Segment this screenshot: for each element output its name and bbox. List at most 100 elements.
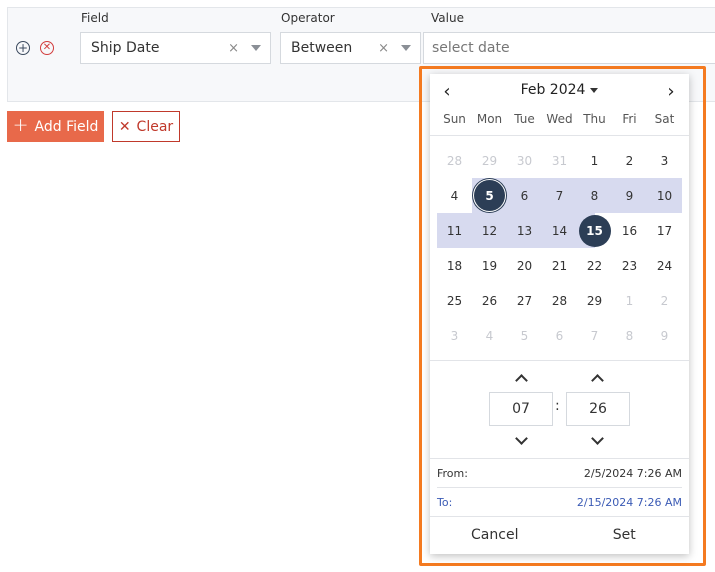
calendar-day[interactable]: 1: [577, 143, 612, 178]
calendar-day[interactable]: 13: [507, 213, 542, 248]
month-year-label: Feb 2024: [520, 82, 586, 98]
calendar-day[interactable]: 17: [647, 213, 682, 248]
calendar-day[interactable]: 21: [542, 248, 577, 283]
calendar-week: 3 4 5 6 7 8 9: [437, 318, 682, 353]
calendar-day[interactable]: 25: [437, 283, 472, 318]
weekday-label: Sun: [443, 112, 466, 126]
calendar-day[interactable]: 27: [507, 283, 542, 318]
calendar-day[interactable]: 3: [437, 318, 472, 353]
field-label: Field: [81, 11, 109, 25]
range-end-day-label: 15: [578, 214, 611, 247]
calendar-day[interactable]: 16: [612, 213, 647, 248]
add-field-label: Add Field: [34, 118, 99, 135]
weekday-label: Thu: [583, 112, 606, 126]
calendar-week: 11 12 13 14 15 16 17: [437, 213, 682, 248]
calendar-week: 25 26 27 28 29 1 2: [437, 283, 682, 318]
calendar-day[interactable]: 3: [647, 143, 682, 178]
date-value-input[interactable]: select date: [423, 32, 715, 64]
to-label: To:: [437, 495, 453, 509]
calendar-day[interactable]: 31: [542, 143, 577, 178]
divider: [430, 135, 689, 136]
date-range-picker: ‹ Feb 2024 › Sun Mon Tue Wed Thu Fri Sat…: [430, 74, 689, 554]
hour-increment-icon[interactable]: [511, 372, 531, 387]
range-end-day[interactable]: 15: [577, 213, 612, 248]
range-start-day[interactable]: 5: [472, 178, 507, 213]
operator-clear-icon[interactable]: ×: [378, 41, 389, 56]
range-start-day-label: 5: [475, 181, 504, 210]
operator-select[interactable]: Between ×: [280, 32, 421, 64]
from-value: 2/5/2024 7:26 AM: [583, 466, 682, 480]
calendar-day[interactable]: 14: [542, 213, 577, 248]
calendar-day[interactable]: 28: [542, 283, 577, 318]
calendar-day[interactable]: 19: [472, 248, 507, 283]
calendar-day[interactable]: 30: [507, 143, 542, 178]
calendar-day[interactable]: 26: [472, 283, 507, 318]
clear-button[interactable]: ✕ Clear: [112, 111, 180, 142]
calendar-grid: 28 29 30 31 1 2 3 4 5 6 7 8 9 10 11 12 1…: [437, 143, 682, 353]
minute-field[interactable]: 26: [566, 392, 630, 426]
to-value: 2/15/2024 7:26 AM: [576, 495, 682, 509]
add-row-icon[interactable]: +: [16, 41, 30, 55]
calendar-day[interactable]: 29: [577, 283, 612, 318]
calendar-day[interactable]: 10: [647, 178, 682, 213]
calendar-day[interactable]: 20: [507, 248, 542, 283]
weekday-label: Sat: [654, 112, 675, 126]
calendar-day[interactable]: 11: [437, 213, 472, 248]
calendar-day[interactable]: 6: [507, 178, 542, 213]
calendar-day[interactable]: 9: [612, 178, 647, 213]
minute-decrement-icon[interactable]: [587, 431, 607, 446]
calendar-day[interactable]: 8: [612, 318, 647, 353]
remove-row-icon[interactable]: ✕: [40, 41, 54, 55]
calendar-day[interactable]: 2: [612, 143, 647, 178]
field-select-value: Ship Date: [91, 40, 160, 56]
value-label: Value: [431, 11, 464, 25]
calendar-header: ‹ Feb 2024 ›: [430, 74, 689, 107]
hour-field[interactable]: 07: [489, 392, 553, 426]
weekday-label: Fri: [622, 112, 637, 126]
calendar-day[interactable]: 29: [472, 143, 507, 178]
calendar-day[interactable]: 8: [577, 178, 612, 213]
calendar-day[interactable]: 5: [507, 318, 542, 353]
weekday-label: Mon: [476, 112, 503, 126]
calendar-day[interactable]: 18: [437, 248, 472, 283]
calendar-day[interactable]: 6: [542, 318, 577, 353]
field-chevron-down-icon[interactable]: [251, 45, 261, 51]
weekday-header: Sun Mon Tue Wed Thu Fri Sat: [437, 112, 682, 126]
row-actions: + ✕: [16, 41, 54, 55]
divider: [430, 360, 689, 361]
field-select[interactable]: Ship Date ×: [80, 32, 271, 64]
calendar-week: 4 5 6 7 8 9 10: [437, 178, 682, 213]
calendar-day[interactable]: 7: [542, 178, 577, 213]
weekday-label: Tue: [514, 112, 535, 126]
calendar-day[interactable]: 28: [437, 143, 472, 178]
time-picker: 07 : 26: [430, 372, 689, 457]
calendar-day[interactable]: 22: [577, 248, 612, 283]
calendar-day[interactable]: 2: [647, 283, 682, 318]
minute-increment-icon[interactable]: [587, 372, 607, 387]
operator-select-value: Between: [291, 40, 353, 56]
operator-label: Operator: [281, 11, 335, 25]
calendar-day[interactable]: 24: [647, 248, 682, 283]
set-button[interactable]: Set: [560, 516, 690, 554]
clear-label: Clear: [136, 118, 174, 135]
calendar-week: 28 29 30 31 1 2 3: [437, 143, 682, 178]
calendar-day[interactable]: 7: [577, 318, 612, 353]
month-year-dropdown[interactable]: Feb 2024: [430, 82, 689, 98]
field-clear-icon[interactable]: ×: [228, 41, 239, 56]
add-field-button[interactable]: + Add Field: [7, 111, 104, 142]
hour-decrement-icon[interactable]: [511, 431, 531, 446]
calendar-day[interactable]: 23: [612, 248, 647, 283]
cancel-button[interactable]: Cancel: [430, 516, 560, 554]
chevron-right-icon[interactable]: ›: [660, 80, 682, 102]
calendar-day[interactable]: 4: [437, 178, 472, 213]
calendar-day[interactable]: 1: [612, 283, 647, 318]
range-from-row: From: 2/5/2024 7:26 AM: [437, 459, 682, 487]
calendar-day[interactable]: 9: [647, 318, 682, 353]
close-icon: ✕: [118, 118, 131, 135]
calendar-day[interactable]: 12: [472, 213, 507, 248]
caret-down-icon: [590, 87, 599, 93]
operator-chevron-down-icon[interactable]: [401, 45, 411, 51]
calendar-day[interactable]: 4: [472, 318, 507, 353]
weekday-label: Wed: [546, 112, 573, 126]
from-label: From:: [437, 466, 468, 480]
